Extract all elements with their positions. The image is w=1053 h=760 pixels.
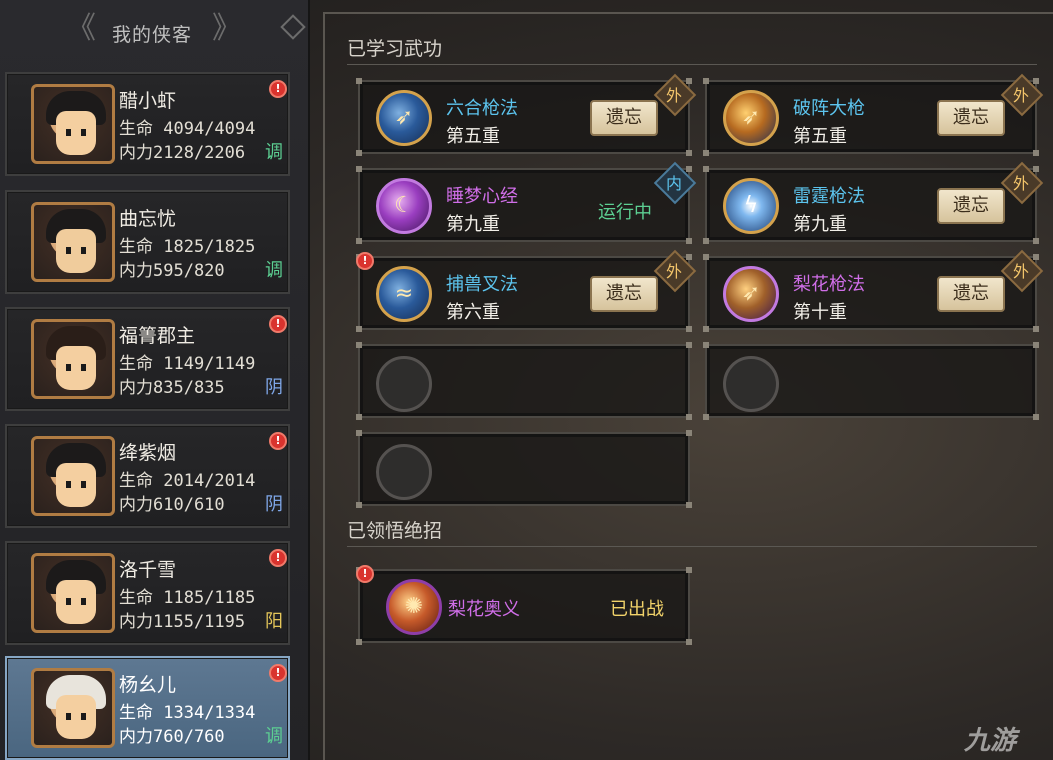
hero-list-title: 我的侠客: [111, 24, 192, 46]
hero-card[interactable]: ! 醋小虾 生命 4094/4094 内力2128/2206 调: [5, 72, 290, 176]
empty-skill-slot[interactable]: [703, 342, 1039, 420]
hero-name: 福箐郡主: [119, 325, 196, 347]
skill-slot[interactable]: ≈ 捕兽叉法 第六重 遗忘 外 !: [356, 249, 697, 332]
forget-button[interactable]: 遗忘: [937, 100, 1005, 136]
hero-hp: 生命 2014/2014: [119, 471, 256, 491]
skill-name: 睡梦心经: [446, 186, 518, 207]
learned-section-title: 已学习武功: [347, 38, 443, 60]
hero-mp: 内力610/610: [119, 495, 225, 515]
skill-type: 外: [665, 262, 682, 281]
mind-icon: ☾: [376, 178, 432, 234]
hero-portrait: [31, 436, 115, 516]
hero-portrait: [31, 553, 115, 633]
blossom-icon: ✺: [386, 579, 442, 635]
section-divider: [347, 546, 1037, 547]
hero-mp: 内力760/760: [119, 727, 225, 747]
skill-type: 外: [1012, 86, 1029, 105]
hero-name: 绛紫烟: [119, 442, 177, 464]
skill-type: 外: [1012, 174, 1029, 193]
hero-hp: 生命 1334/1334: [119, 703, 256, 723]
skill-name: 梨花枪法: [793, 274, 865, 295]
hero-attribute-tag: 调: [265, 260, 283, 281]
empty-slot-icon: [376, 444, 432, 500]
hero-list-header: 《 我的侠客 》: [0, 8, 310, 52]
alert-icon: !: [269, 80, 287, 98]
skill-slot[interactable]: ϟ 雷霆枪法 第九重 遗忘 外: [703, 161, 1044, 244]
hero-mp: 内力835/835: [119, 378, 225, 398]
watermark-logo: 九游: [964, 726, 1017, 756]
spear-icon: ➶: [723, 90, 779, 146]
hero-mp: 内力2128/2206: [119, 143, 246, 163]
skill-name: 破阵大枪: [793, 98, 865, 119]
ultimate-skill-slot[interactable]: ✺ 梨花奥义 已出战 !: [356, 565, 692, 645]
skill-level: 第五重: [793, 126, 847, 147]
empty-skill-slot[interactable]: [356, 430, 692, 508]
forget-button[interactable]: 遗忘: [937, 276, 1005, 312]
alert-icon: !: [269, 549, 287, 567]
arrow-right-icon[interactable]: 》: [212, 12, 242, 46]
running-status: 运行中: [598, 202, 652, 223]
trident-icon: ≈: [376, 266, 432, 322]
alert-icon: !: [269, 664, 287, 682]
hero-attribute-tag: 阴: [265, 494, 283, 515]
empty-slot-icon: [376, 356, 432, 412]
empty-skill-slot[interactable]: [356, 342, 692, 420]
ultimate-skill-name: 梨花奥义: [448, 599, 520, 620]
blossom-icon: ➶: [723, 266, 779, 322]
alert-icon: !: [356, 565, 374, 583]
hero-name: 曲忘忧: [119, 208, 177, 230]
skill-level: 第六重: [446, 302, 500, 323]
hero-hp: 生命 1825/1825: [119, 237, 256, 257]
forget-button[interactable]: 遗忘: [937, 188, 1005, 224]
skill-slot[interactable]: ➶ 破阵大枪 第五重 遗忘 外: [703, 73, 1044, 156]
section-divider: [347, 64, 1037, 65]
hero-list-panel: 《 我的侠客 》 ! 醋小虾 生命 4094/4094 内力2128/2206 …: [0, 0, 310, 760]
hero-attribute-tag: 调: [265, 726, 283, 747]
skill-type: 外: [665, 86, 682, 105]
deployed-status: 已出战: [610, 599, 664, 620]
alert-icon: !: [356, 252, 374, 270]
hero-name: 醋小虾: [119, 90, 177, 112]
skill-level: 第五重: [446, 126, 500, 147]
hero-attribute-tag: 阴: [265, 377, 283, 398]
hero-portrait: [31, 202, 115, 282]
hero-portrait: [31, 319, 115, 399]
hero-portrait: [31, 668, 115, 748]
skill-level: 第九重: [446, 214, 500, 235]
skill-type: 外: [1012, 262, 1029, 281]
forget-button[interactable]: 遗忘: [590, 276, 658, 312]
alert-icon: !: [269, 315, 287, 333]
lightning-icon: ϟ: [723, 178, 779, 234]
skill-type: 内: [665, 174, 682, 193]
empty-slot-icon: [723, 356, 779, 412]
forget-button[interactable]: 遗忘: [590, 100, 658, 136]
hero-card[interactable]: ! 绛紫烟 生命 2014/2014 内力610/610 阴: [5, 424, 290, 528]
skill-level: 第九重: [793, 214, 847, 235]
hero-hp: 生命 1149/1149: [119, 354, 256, 374]
hero-attribute-tag: 阳: [265, 611, 283, 632]
skill-slot[interactable]: ➶ 梨花枪法 第十重 遗忘 外: [703, 249, 1044, 332]
skill-slot[interactable]: ☾ 睡梦心经 第九重 运行中 内: [356, 161, 697, 244]
skill-name: 捕兽叉法: [446, 274, 518, 295]
hero-hp: 生命 1185/1185: [119, 588, 256, 608]
hero-name: 杨幺儿: [119, 674, 177, 696]
hero-mp: 内力1155/1195: [119, 612, 246, 632]
diamond-icon: [280, 14, 306, 40]
hero-name: 洛千雪: [119, 559, 177, 581]
hero-card[interactable]: ! 福箐郡主 生命 1149/1149 内力835/835 阴: [5, 307, 290, 411]
hero-mp: 内力595/820: [119, 261, 225, 281]
hero-card[interactable]: ! 洛千雪 生命 1185/1185 内力1155/1195 阳: [5, 541, 290, 645]
spear-icon: ➶: [376, 90, 432, 146]
skill-level: 第十重: [793, 302, 847, 323]
hero-card-selected[interactable]: ! 杨幺儿 生命 1334/1334 内力760/760 调: [5, 656, 290, 760]
skill-name: 雷霆枪法: [793, 186, 865, 207]
skill-slot[interactable]: ➶ 六合枪法 第五重 遗忘 外: [356, 73, 697, 156]
ultimate-section-title: 已领悟绝招: [347, 520, 443, 542]
hero-hp: 生命 4094/4094: [119, 119, 256, 139]
alert-icon: !: [269, 432, 287, 450]
hero-card[interactable]: 曲忘忧 生命 1825/1825 内力595/820 调: [5, 190, 290, 294]
hero-portrait: [31, 84, 115, 164]
skill-name: 六合枪法: [446, 98, 518, 119]
hero-attribute-tag: 调: [265, 142, 283, 163]
